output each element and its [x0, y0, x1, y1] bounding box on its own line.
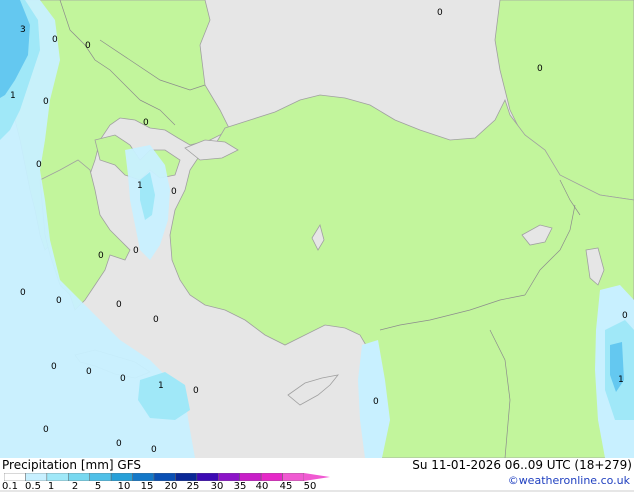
- scale-tick-label: 25: [186, 481, 200, 492]
- scale-tick-label: 15: [140, 481, 154, 492]
- point-value: 0: [86, 367, 92, 377]
- point-value: 0: [116, 439, 122, 449]
- point-value: 1: [137, 181, 143, 191]
- point-value: 0: [537, 64, 543, 74]
- point-value: 0: [171, 187, 177, 197]
- scale-tick-label: 20: [164, 481, 178, 492]
- scale-swatch: [132, 473, 155, 481]
- scale-swatch: [110, 473, 133, 481]
- point-value: 1: [618, 375, 624, 385]
- point-value: 0: [20, 288, 26, 298]
- point-value: 0: [116, 300, 122, 310]
- point-value: 0: [56, 296, 62, 306]
- scale-swatch: [282, 473, 305, 481]
- scale-swatch: [46, 473, 69, 481]
- point-value: 0: [193, 386, 199, 396]
- point-value: 0: [153, 315, 159, 325]
- point-value: 0: [133, 246, 139, 256]
- scale-tick-label: 40: [255, 481, 269, 492]
- point-value: 0: [98, 251, 104, 261]
- point-value: 0: [85, 41, 91, 51]
- point-value: 0: [622, 311, 628, 321]
- scale-swatch: [68, 473, 90, 481]
- scale-tick-label: 1: [47, 481, 55, 492]
- scale-tick-label: 50: [303, 481, 317, 492]
- scale-swatch: [4, 473, 26, 481]
- credit-link[interactable]: ©weatheronline.co.uk: [508, 474, 630, 487]
- scale-swatch: [153, 473, 176, 481]
- scale-tick-label: 0.1: [2, 481, 18, 492]
- point-value: 0: [51, 362, 57, 372]
- point-value: 1: [158, 381, 164, 391]
- scale-tick-label: 0.5: [25, 481, 41, 492]
- scale-arrow: [304, 473, 330, 481]
- scale-tick-label: 2: [71, 481, 79, 492]
- point-value: 0: [373, 397, 379, 407]
- color-scale: [4, 473, 330, 481]
- scale-swatch: [239, 473, 262, 481]
- scale-swatch: [175, 473, 198, 481]
- product-label: Precipitation [mm]: [2, 458, 114, 472]
- point-value: 0: [120, 374, 126, 384]
- point-value: 0: [151, 445, 157, 455]
- point-value: 3: [20, 25, 26, 35]
- scale-tick-label: 45: [279, 481, 293, 492]
- scale-swatch: [196, 473, 219, 481]
- scale-swatch: [89, 473, 112, 481]
- point-value: 0: [143, 118, 149, 128]
- model-label: GFS: [117, 458, 141, 472]
- point-value: 0: [52, 35, 58, 45]
- point-value: 1: [10, 91, 16, 101]
- point-value: 0: [43, 425, 49, 435]
- legend-bar: Precipitation [mm] GFS Su 11-01-2026 06.…: [0, 458, 634, 492]
- scale-swatch: [25, 473, 48, 481]
- scale-swatch: [218, 473, 240, 481]
- map-title: Precipitation [mm] GFS: [2, 458, 141, 472]
- scale-tick-label: 30: [210, 481, 224, 492]
- point-value: 0: [43, 97, 49, 107]
- point-value: 0: [437, 8, 443, 18]
- point-value: 0: [36, 160, 42, 170]
- scale-tick-label: 5: [94, 481, 102, 492]
- precipitation-map: 3 0 0 1 0 0 0 0 1 0 0 0 0 0 0 0 0 1 0 0 …: [0, 0, 634, 458]
- scale-tick-label: 35: [233, 481, 247, 492]
- scale-swatch: [260, 473, 283, 481]
- valid-time: Su 11-01-2026 06..09 UTC (18+279): [412, 458, 632, 472]
- scale-tick-label: 10: [117, 481, 131, 492]
